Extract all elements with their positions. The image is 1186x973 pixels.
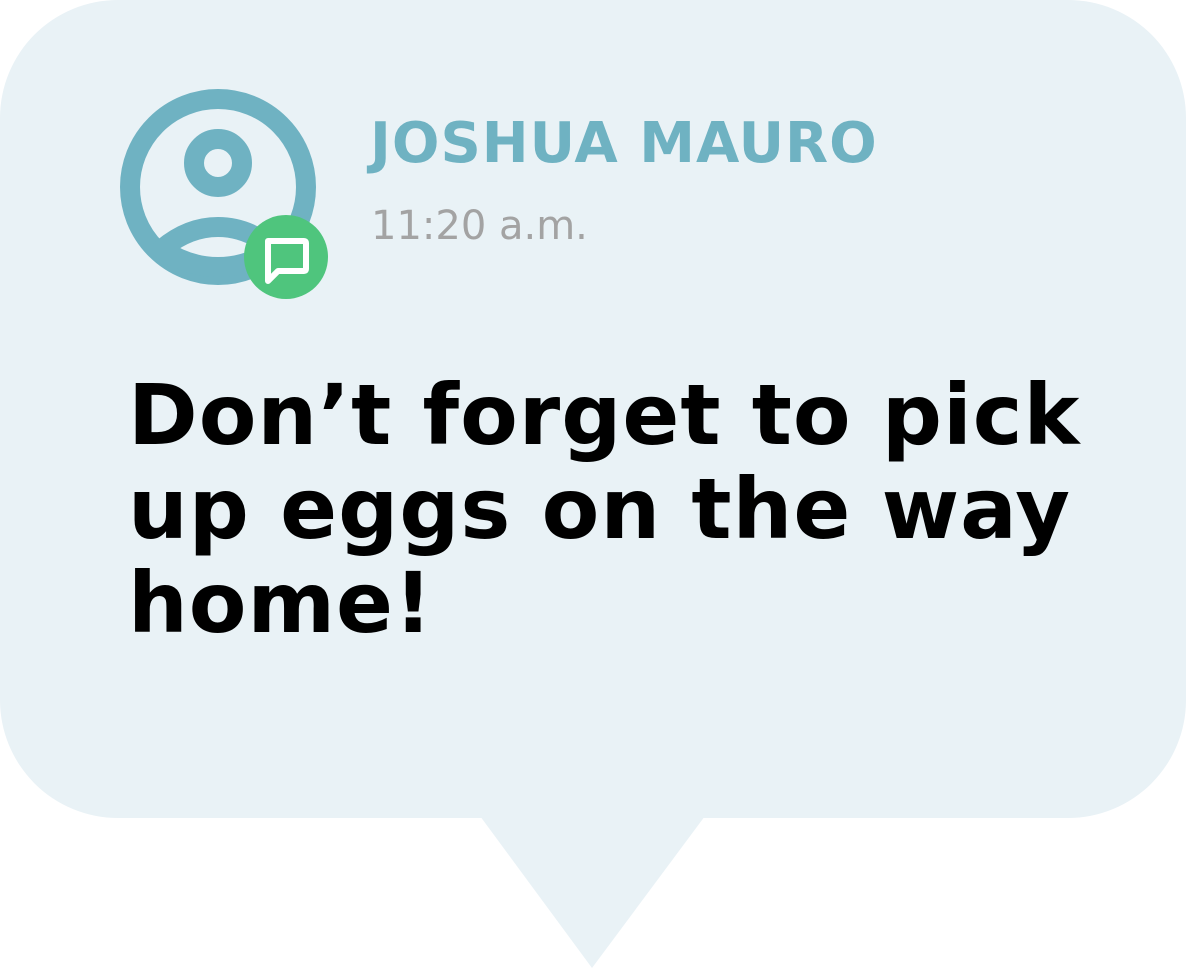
sender-name: JOSHUA MAURO <box>370 111 878 176</box>
message-timestamp: 11:20 a.m. <box>371 203 588 249</box>
message-text: Don’t forget to pick up eggs on the way … <box>128 366 1081 652</box>
contact-avatar <box>120 89 328 299</box>
chat-bubble-icon <box>244 215 328 299</box>
